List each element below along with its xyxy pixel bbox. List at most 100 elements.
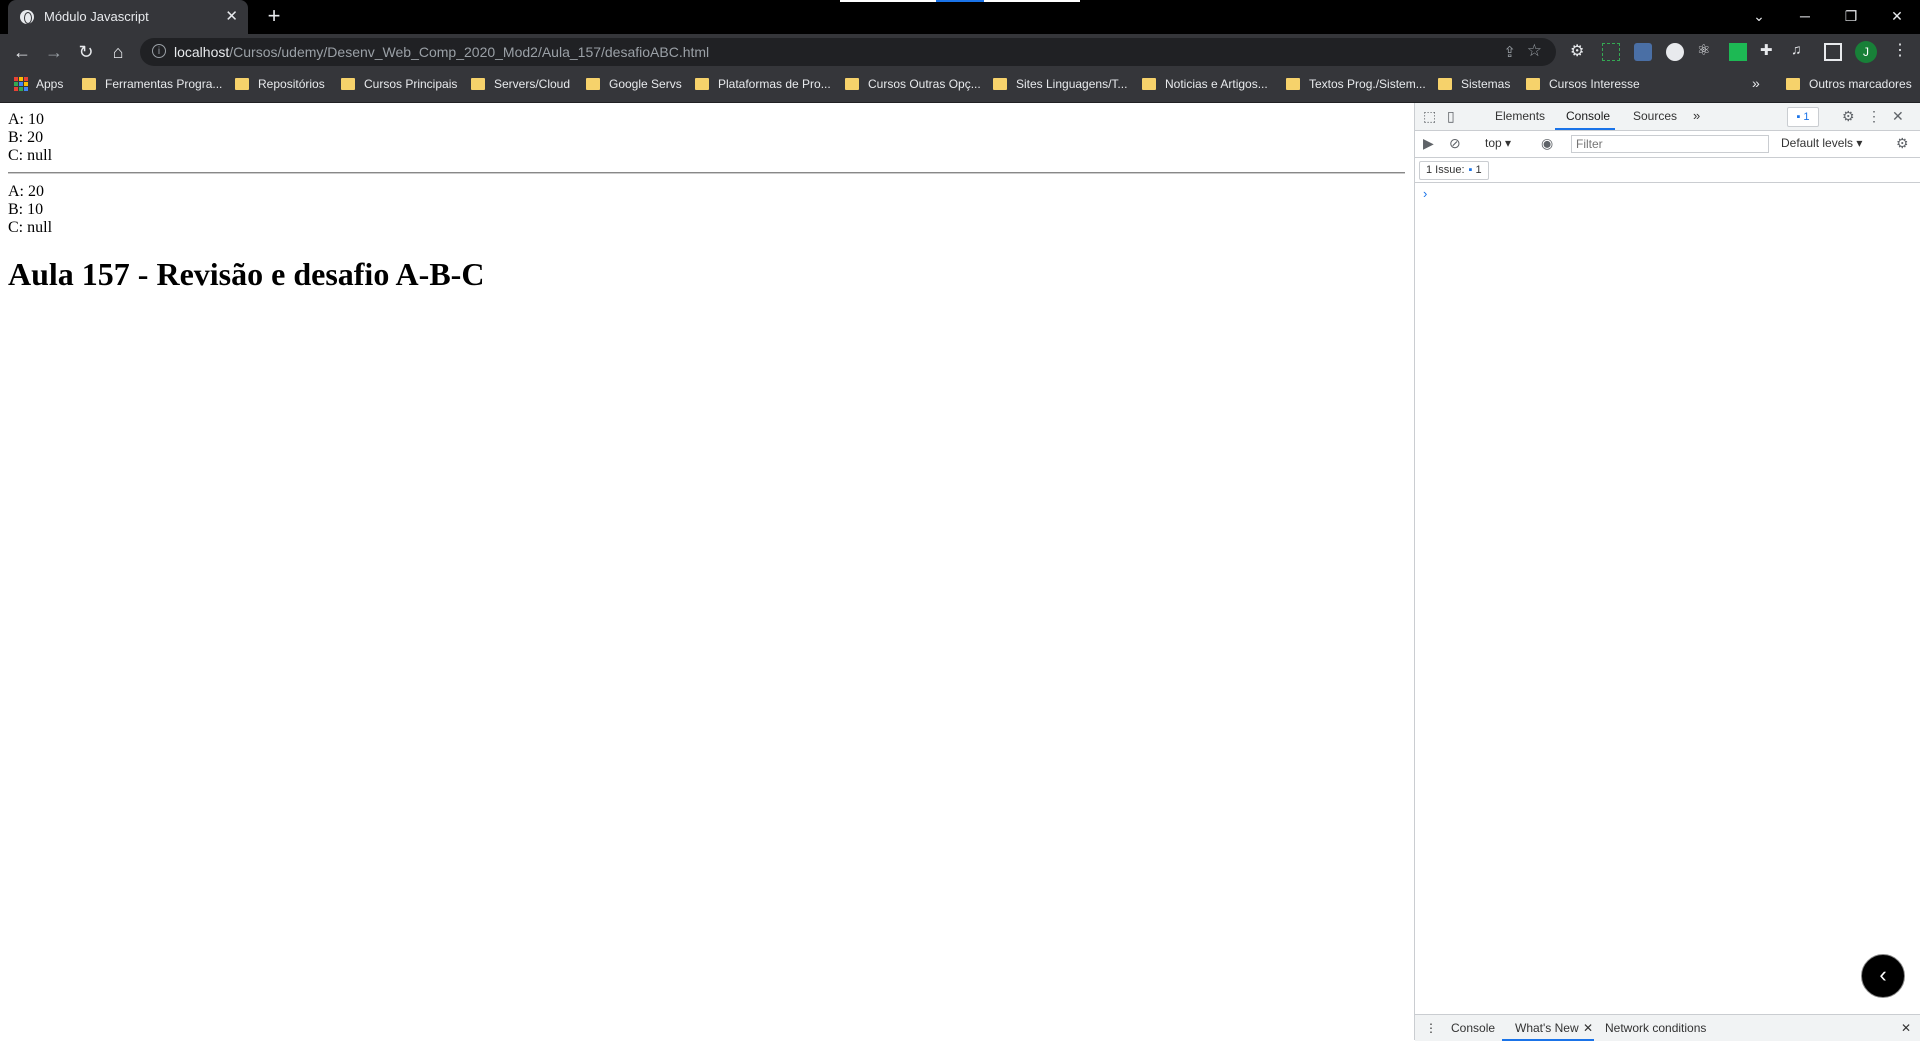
bookmark-folder[interactable]: Repositórios (235, 77, 325, 91)
issues-button[interactable]: 1 Issue: ▪ 1 (1419, 161, 1489, 180)
sidebar-toggle-icon[interactable]: ▶ (1423, 135, 1434, 152)
bookmark-folder[interactable]: Textos Prog./Sistem... (1286, 77, 1426, 91)
bookmark-folder[interactable]: Cursos Principais (341, 77, 457, 91)
page-heading: Aula 157 - Revisão e desafio A-B-C (8, 256, 485, 292)
tab-console[interactable]: Console (1566, 109, 1610, 123)
forward-icon[interactable]: → (42, 40, 66, 64)
close-drawer-icon[interactable]: ✕ (1901, 1021, 1911, 1035)
first-c-value: C: null (8, 147, 53, 164)
home-icon[interactable]: ⌂ (106, 40, 130, 64)
console-filter-input[interactable] (1571, 135, 1769, 153)
issues-count: 1 (1475, 164, 1482, 176)
folder-icon (845, 78, 859, 90)
bookmark-star-icon[interactable]: ☆ (1527, 41, 1542, 61)
reload-icon[interactable]: ↻ (74, 40, 98, 64)
bookmark-folder[interactable]: Servers/Cloud (471, 77, 570, 91)
clear-console-icon[interactable]: ⊘ (1449, 135, 1461, 152)
minimize-button[interactable]: ─ (1782, 0, 1828, 34)
close-devtools-icon[interactable]: ✕ (1892, 108, 1904, 125)
address-bar[interactable]: i localhost/Cursos/udemy/Desenv_Web_Comp… (140, 38, 1556, 66)
page-content: A: 10 B: 20 C: null A: 20 B: 10 C: null … (0, 103, 1414, 1040)
back-icon[interactable]: ← (10, 40, 34, 64)
bookmark-label: Google Servs (609, 77, 682, 91)
bookmark-folder[interactable]: Sistemas (1438, 77, 1510, 91)
drawer-tab-console[interactable]: Console (1451, 1021, 1495, 1035)
devtools-panel: ⬚ ▯ Elements Console Sources » ▪ 1 ⚙ ⋮ ✕… (1414, 103, 1920, 1041)
log-levels-dropdown[interactable]: Default levels ▾ (1781, 136, 1862, 150)
apps-grid-icon (14, 77, 28, 91)
folder-icon (586, 78, 600, 90)
folder-icon (993, 78, 1007, 90)
circle-extension-icon[interactable] (1666, 43, 1684, 61)
bookmark-label: Textos Prog./Sistem... (1309, 77, 1426, 91)
second-c-value: C: null (8, 219, 53, 236)
drawer-tab-whats-new[interactable]: What's New (1515, 1021, 1579, 1035)
side-panel-icon[interactable] (1824, 43, 1842, 61)
close-window-button[interactable]: ✕ (1874, 0, 1920, 34)
folder-icon (235, 78, 249, 90)
top-edge-indicator-accent (936, 0, 984, 2)
chevron-left-icon[interactable]: ‹ (1861, 954, 1905, 998)
bookmark-folder[interactable]: Ferramentas Progra... (82, 77, 222, 91)
react-extension-icon[interactable]: ⚛ (1697, 41, 1715, 59)
profile-avatar[interactable]: J (1855, 41, 1877, 63)
context-select[interactable]: top ▾ (1485, 136, 1511, 150)
tab-elements[interactable]: Elements (1495, 109, 1545, 123)
second-b-value: B: 10 (8, 201, 44, 218)
url-host: localhost (174, 44, 230, 60)
bookmark-folder[interactable]: Sites Linguagens/T... (993, 77, 1127, 91)
customize-menu-icon[interactable]: ⋮ (1867, 108, 1881, 125)
puzzle-extensions-icon[interactable]: ✚ (1760, 41, 1778, 59)
bookmark-apps[interactable]: Apps (14, 77, 63, 91)
share-icon[interactable]: ⇪ (1503, 43, 1516, 61)
new-tab-button[interactable]: + (262, 4, 286, 28)
bookmark-folder[interactable]: Cursos Interesse (1526, 77, 1640, 91)
drawer-tab-network-conditions[interactable]: Network conditions (1605, 1021, 1706, 1035)
close-drawer-tab-icon[interactable]: ✕ (1583, 1021, 1593, 1035)
issues-label: 1 Issue: (1426, 164, 1465, 176)
tab-search-button[interactable]: ⌄ (1736, 0, 1782, 34)
restore-button[interactable]: ❐ (1828, 0, 1874, 34)
bookmark-label: Cursos Interesse (1549, 77, 1640, 91)
console-prompt[interactable]: › (1423, 186, 1427, 201)
screenshot-extension-icon[interactable] (1602, 43, 1620, 61)
gear-extension-icon[interactable]: ⚙ (1570, 41, 1588, 60)
bookmark-label: Ferramentas Progra... (105, 77, 223, 91)
folder-icon (1526, 78, 1540, 90)
close-tab-icon[interactable]: ✕ (225, 7, 238, 25)
more-tabs-icon[interactable]: » (1693, 108, 1700, 123)
bookmark-folder[interactable]: Plataformas de Pro... (695, 77, 831, 91)
issues-badge[interactable]: ▪ 1 (1787, 107, 1819, 127)
bookmarks-bar: Apps Ferramentas Progra... Repositórios … (0, 70, 1920, 103)
issues-badge-count: 1 (1803, 111, 1810, 123)
settings-gear-icon[interactable]: ⚙ (1842, 108, 1855, 125)
browser-tab[interactable]: Módulo Javascript ✕ (8, 0, 248, 34)
inspect-element-icon[interactable]: ⬚ (1423, 108, 1436, 125)
bookmarks-overflow-icon[interactable]: » (1752, 75, 1760, 91)
folder-icon (1142, 78, 1156, 90)
bookmark-label: Apps (36, 77, 64, 91)
bookmark-label: Repositórios (258, 77, 325, 91)
bookmark-folder[interactable]: Cursos Outras Opç... (845, 77, 981, 91)
message-icon: ▪ (1796, 111, 1801, 123)
url-text[interactable]: localhost/Cursos/udemy/Desenv_Web_Comp_2… (174, 44, 709, 60)
bookmark-label: Cursos Outras Opç... (868, 77, 981, 91)
folder-icon (1786, 78, 1800, 90)
issues-bar: 1 Issue: ▪ 1 (1415, 158, 1920, 183)
bookmark-other[interactable]: Outros marcadores (1786, 77, 1912, 91)
tab-sources[interactable]: Sources (1633, 109, 1677, 123)
eye-icon[interactable]: ◉ (1541, 135, 1553, 152)
second-a-value: A: 20 (8, 183, 44, 200)
folder-icon (471, 78, 485, 90)
device-toolbar-icon[interactable]: ▯ (1447, 108, 1455, 125)
browser-menu-icon[interactable]: ⋮ (1892, 40, 1908, 60)
bookmark-folder[interactable]: Google Servs (586, 77, 682, 91)
tab-title: Módulo Javascript (44, 9, 149, 24)
media-control-icon[interactable]: ♫ (1791, 41, 1809, 59)
site-info-icon[interactable]: i (152, 44, 166, 58)
extension-icon[interactable] (1634, 43, 1652, 61)
drawer-menu-icon[interactable]: ⋮ (1425, 1021, 1437, 1035)
green-extension-icon[interactable] (1729, 43, 1747, 61)
bookmark-folder[interactable]: Noticias e Artigos... (1142, 77, 1268, 91)
console-settings-icon[interactable]: ⚙ (1896, 135, 1909, 152)
